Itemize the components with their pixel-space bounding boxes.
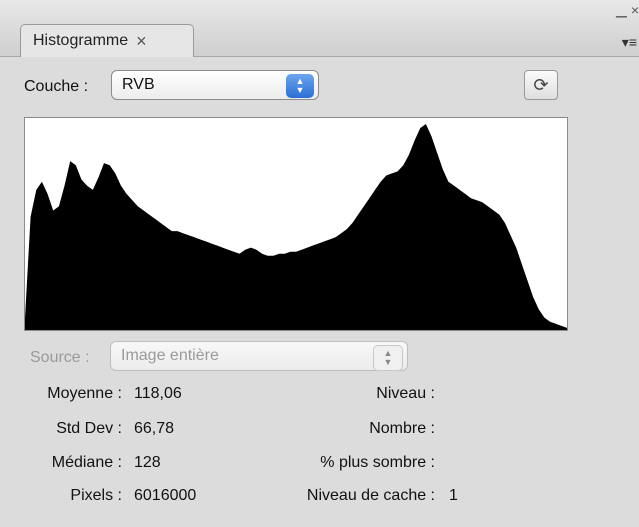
histogram-area [25, 124, 567, 330]
channel-select[interactable]: RVB ▲ ▼ [111, 70, 319, 100]
mean-value: 118,06 [134, 385, 182, 402]
stddev-value: 66,78 [134, 420, 175, 437]
panel-menu-icon[interactable]: ▾≡ [609, 34, 639, 52]
tab-label: Histogramme [33, 32, 129, 49]
channel-label: Couche : [24, 78, 89, 95]
panel-titlebar: Histogramme × – × ▾≡ [0, 0, 639, 57]
stddev-label: Std Dev : [56, 420, 122, 437]
source-stepper-icon: ▲ ▼ [373, 345, 403, 371]
cache-level-value: 1 [449, 487, 458, 504]
pixels-label: Pixels : [70, 487, 122, 504]
count-label: Nombre : [369, 420, 435, 437]
tab-close-icon[interactable]: × [136, 31, 147, 52]
level-label: Niveau : [376, 385, 435, 402]
tab-histogramme[interactable]: Histogramme × [20, 24, 194, 57]
source-select-value: Image entière [121, 347, 219, 364]
histogram-panel: Histogramme × – × ▾≡ Couche : RVB ▲ ▼ ⟳ S… [0, 0, 639, 527]
median-label: Médiane : [51, 454, 122, 471]
refresh-icon: ⟳ [533, 74, 549, 95]
select-stepper-icon: ▲ ▼ [286, 74, 314, 98]
close-icon[interactable]: × [631, 2, 639, 18]
panel-content: Couche : RVB ▲ ▼ ⟳ Source : Image entière… [0, 57, 639, 527]
source-label: Source : [30, 349, 90, 366]
median-value: 128 [134, 454, 161, 471]
refresh-button[interactable]: ⟳ [524, 70, 558, 100]
percentile-label: % plus sombre : [320, 454, 435, 471]
pixels-value: 6016000 [134, 487, 197, 504]
mean-label: Moyenne : [47, 385, 122, 402]
channel-select-value: RVB [122, 76, 155, 93]
cache-level-label: Niveau de cache : [306, 487, 435, 504]
histogram-svg [25, 124, 567, 330]
source-select[interactable]: Image entière ▲ ▼ [110, 341, 408, 371]
minimize-icon[interactable]: – [616, 6, 627, 26]
histogram-graph [24, 117, 568, 331]
